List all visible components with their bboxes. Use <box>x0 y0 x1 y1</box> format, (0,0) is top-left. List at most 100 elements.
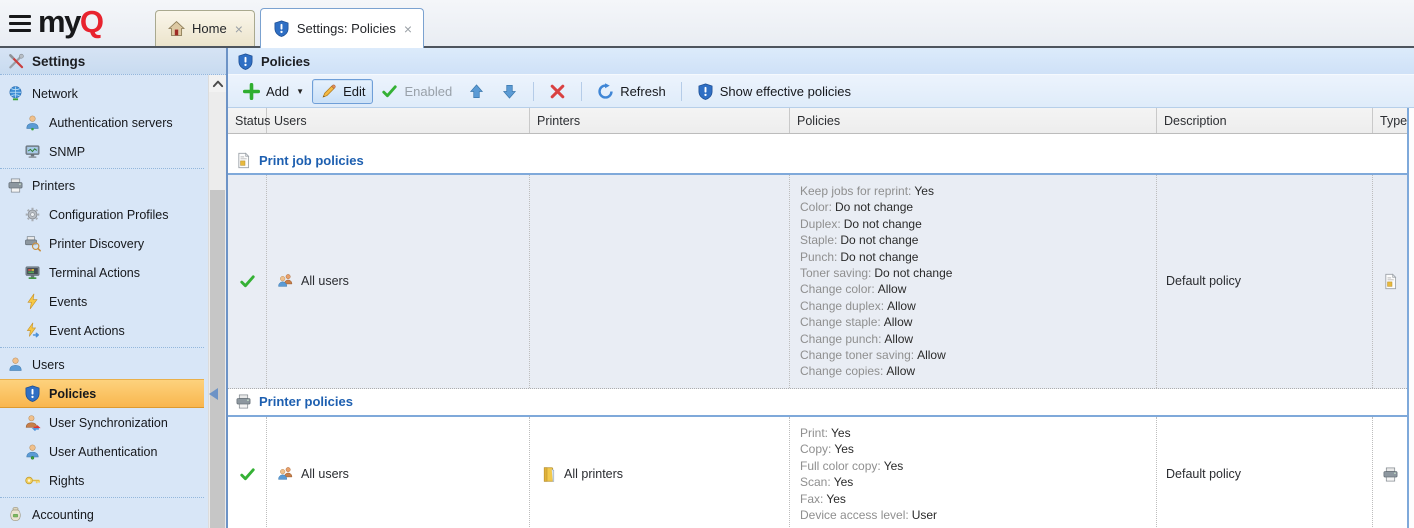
move-down-button[interactable] <box>493 79 526 104</box>
tab-home[interactable]: Home × <box>155 10 255 46</box>
type-cell <box>1373 175 1407 388</box>
tab-home-label: Home <box>192 21 227 36</box>
page-title-bar: Policies <box>228 48 1414 75</box>
sidebar-item-users[interactable]: Users <box>0 350 204 379</box>
sidebar-item-configuration-profiles[interactable]: Configuration Profiles <box>0 200 204 229</box>
sidebar-item-label: Accounting <box>32 508 94 522</box>
settings-sidebar: Settings Network Authentication servers … <box>0 48 228 528</box>
content: Settings Network Authentication servers … <box>0 46 1414 528</box>
tab-strip: Home × Settings: Policies × <box>155 0 429 46</box>
users-group-icon <box>277 466 294 483</box>
print-job-policy-icon <box>235 152 252 169</box>
sidebar-item-accounting[interactable]: Accounting <box>0 500 204 528</box>
sidebar-item-user-authentication[interactable]: User Authentication <box>0 437 204 466</box>
toolbar-divider <box>681 82 682 101</box>
table-row-printer-default-policy[interactable]: All users All printers Print:Yes Copy:Ye… <box>228 415 1407 528</box>
users-value: All users <box>301 467 349 481</box>
sidebar-item-policies[interactable]: Policies <box>0 379 204 408</box>
selected-item-arrow-icon <box>209 388 218 400</box>
sidebar-title-label: Settings <box>32 54 85 69</box>
table-body: Print job policies All users <box>228 134 1407 528</box>
scrollbar-up-button[interactable] <box>209 75 226 92</box>
sidebar-item-label: Printers <box>32 179 75 193</box>
sidebar-item-label: User Authentication <box>49 445 157 459</box>
sidebar-title: Settings <box>0 48 226 75</box>
gear-icon <box>24 206 41 223</box>
sidebar-item-label: SNMP <box>49 145 85 159</box>
sidebar-item-event-actions[interactable]: Event Actions <box>0 316 204 345</box>
sidebar-item-label: Authentication servers <box>49 116 173 130</box>
move-up-button[interactable] <box>460 79 493 104</box>
enabled-button[interactable]: Enabled <box>373 79 460 104</box>
scrollbar-thumb[interactable] <box>210 190 225 528</box>
printer-policy-icon <box>1382 466 1399 483</box>
users-group-icon <box>277 273 294 290</box>
toolbar-divider <box>533 82 534 101</box>
print-job-policy-icon <box>1382 273 1399 290</box>
sidebar-item-printers[interactable]: Printers <box>0 171 204 200</box>
users-value: All users <box>301 274 349 288</box>
sidebar-items: Network Authentication servers SNMP Pr <box>0 75 204 528</box>
column-header-status[interactable]: Status <box>228 108 267 133</box>
sidebar-item-events[interactable]: Events <box>0 287 204 316</box>
user-auth-icon <box>24 443 41 460</box>
refresh-button[interactable]: Refresh <box>589 79 674 104</box>
status-cell <box>228 417 267 528</box>
description-cell: Default policy <box>1157 417 1373 528</box>
sidebar-item-label: Event Actions <box>49 324 125 338</box>
sidebar-item-terminal-actions[interactable]: Terminal Actions <box>0 258 204 287</box>
home-icon <box>168 20 185 37</box>
description-value: Default policy <box>1166 467 1241 481</box>
delete-x-icon <box>549 83 566 100</box>
sidebar-item-user-synchronization[interactable]: User Synchronization <box>0 408 204 437</box>
show-effective-policies-button[interactable]: Show effective policies <box>689 79 859 104</box>
enabled-check-icon <box>239 466 256 483</box>
description-value: Default policy <box>1166 274 1241 288</box>
sidebar-item-snmp[interactable]: SNMP <box>0 137 204 166</box>
shield-icon <box>697 83 714 100</box>
column-header-printers[interactable]: Printers <box>530 108 790 133</box>
sidebar-item-label: Users <box>32 358 65 372</box>
edit-button[interactable]: Edit <box>312 79 373 104</box>
policies-cell: Keep jobs for reprint:Yes Color:Do not c… <box>790 175 1157 388</box>
sidebar-item-printer-discovery[interactable]: Printer Discovery <box>0 229 204 258</box>
delete-button[interactable] <box>541 79 574 104</box>
sidebar-item-label: Printer Discovery <box>49 237 144 251</box>
shield-icon <box>273 20 290 37</box>
sidebar-group-divider <box>0 497 204 498</box>
column-header-users[interactable]: Users <box>267 108 530 133</box>
enabled-check-icon <box>239 273 256 290</box>
section-header-label: Printer policies <box>259 394 353 409</box>
arrow-up-icon <box>468 83 485 100</box>
sidebar-item-label: Rights <box>49 474 84 488</box>
table-scrollbar-track[interactable] <box>1407 108 1414 528</box>
add-button[interactable]: Add ▼ <box>235 79 312 104</box>
tab-settings-policies[interactable]: Settings: Policies × <box>260 8 424 48</box>
sidebar-item-label: Events <box>49 295 87 309</box>
column-header-description[interactable]: Description <box>1157 108 1373 133</box>
terminal-icon <box>24 264 41 281</box>
myq-logo: myQ <box>38 4 102 40</box>
printer-policy-icon <box>235 393 252 410</box>
sidebar-item-label: Terminal Actions <box>49 266 140 280</box>
menu-hamburger-icon[interactable] <box>9 15 31 32</box>
tools-icon <box>8 53 25 70</box>
sidebar-item-network[interactable]: Network <box>0 79 204 108</box>
refresh-icon <box>597 83 614 100</box>
check-icon <box>381 83 398 100</box>
table-row-print-job-default-policy[interactable]: All users Keep jobs for reprint:Yes Colo… <box>228 173 1407 389</box>
close-icon[interactable]: × <box>403 22 413 36</box>
sidebar-item-rights[interactable]: Rights <box>0 466 204 495</box>
shield-icon <box>24 385 41 402</box>
sidebar-item-label: Policies <box>49 387 96 401</box>
moneybag-icon <box>7 506 24 523</box>
sidebar-item-label: Configuration Profiles <box>49 208 169 222</box>
printers-cell: All printers <box>530 417 790 528</box>
column-header-type[interactable]: Type <box>1373 108 1407 133</box>
sidebar-scrollbar[interactable] <box>208 75 226 528</box>
status-cell <box>228 175 267 388</box>
close-icon[interactable]: × <box>234 22 244 36</box>
main-panel: Policies Add ▼ Edit Enabled <box>228 48 1414 528</box>
column-header-policies[interactable]: Policies <box>790 108 1157 133</box>
sidebar-item-authentication-servers[interactable]: Authentication servers <box>0 108 204 137</box>
